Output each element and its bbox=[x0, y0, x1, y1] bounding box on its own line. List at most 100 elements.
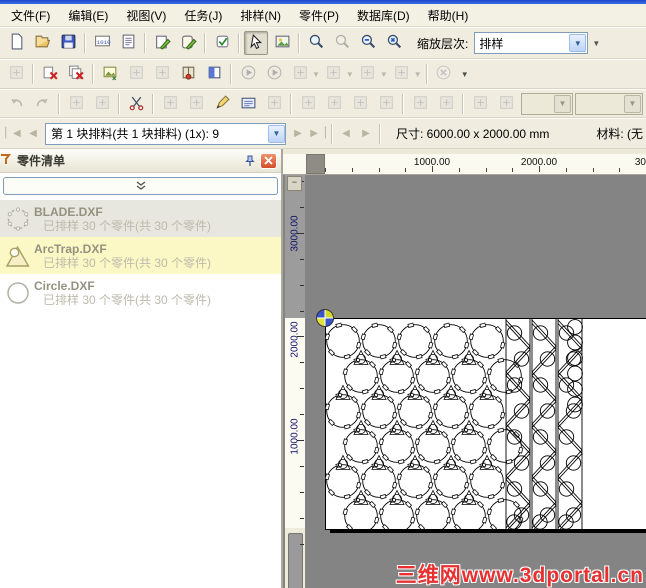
sheet-selector-value: 第 1 块排料(共 1 块排料) (1x): 9 bbox=[51, 127, 220, 141]
nest-pattern-chain-icon bbox=[359, 64, 376, 84]
v-ruler-label: 3000.00 bbox=[289, 214, 301, 252]
part-arctrap-icon bbox=[2, 243, 34, 269]
ruler-tick bbox=[300, 517, 304, 519]
new-file-button[interactable] bbox=[4, 31, 28, 55]
view-nest-image-button[interactable] bbox=[270, 31, 294, 55]
menu-item-view[interactable]: 视图(V) bbox=[117, 5, 175, 26]
stop-nesting-button bbox=[432, 62, 456, 86]
zoom-out-button[interactable] bbox=[356, 31, 380, 55]
last-sheet-button[interactable]: ▶▕ bbox=[308, 124, 328, 144]
mirror-vertical-icon bbox=[326, 94, 343, 114]
h-ruler-label: 1000.00 bbox=[413, 157, 451, 168]
menu-item-database[interactable]: 数据库(D) bbox=[348, 5, 419, 26]
edit-geometry-icon bbox=[214, 94, 231, 114]
next-sheet-button[interactable]: ▶ bbox=[288, 124, 308, 144]
remove-part-icon bbox=[42, 64, 59, 84]
verify-parts-icon bbox=[214, 33, 231, 53]
menu-item-file[interactable]: 文件(F) bbox=[2, 5, 59, 26]
ruler-tick bbox=[300, 258, 304, 260]
select-cursor-button[interactable] bbox=[244, 31, 268, 55]
nest-report-button[interactable] bbox=[116, 31, 140, 55]
horizontal-ruler: 1000.00 2000.00 3000 bbox=[283, 154, 646, 175]
toolbar-separator bbox=[32, 64, 34, 84]
edit-geometry-button[interactable] bbox=[210, 92, 234, 116]
watermark: 三维网www.3dportal.cn bbox=[395, 564, 644, 587]
remove-part-button[interactable] bbox=[38, 62, 62, 86]
export-nc-code-icon: 10101 bbox=[94, 33, 114, 53]
align-center-button bbox=[184, 92, 208, 116]
copy-nest-icon bbox=[128, 64, 145, 84]
previous-result-button[interactable]: ◀ bbox=[336, 124, 356, 144]
nest-pattern-a-button bbox=[288, 62, 312, 86]
zoom-window-icon bbox=[308, 33, 325, 53]
next-result-button[interactable]: ▶ bbox=[356, 124, 376, 144]
vertical-scroll-thumb[interactable] bbox=[288, 533, 303, 588]
expand-list-button[interactable] bbox=[3, 177, 278, 195]
toolbar-separator bbox=[462, 93, 464, 114]
part-nest-status: 已排样 30 个零件(共 30 个零件) bbox=[43, 292, 212, 307]
toolbar-edit: ▼ ▼ bbox=[0, 89, 646, 118]
part-properties-icon bbox=[240, 94, 257, 114]
edit-task-icon bbox=[154, 33, 171, 53]
mirror-vertical-button bbox=[322, 92, 346, 116]
export-image-button[interactable] bbox=[98, 62, 122, 86]
menu-item-part[interactable]: 零件(P) bbox=[290, 5, 348, 26]
remove-all-parts-button[interactable] bbox=[64, 62, 88, 86]
add-quantity-button bbox=[468, 92, 492, 116]
edit-nest-button[interactable] bbox=[176, 31, 200, 55]
rotate-right-icon bbox=[378, 94, 395, 114]
verify-parts-button[interactable] bbox=[210, 31, 234, 55]
toolbar-separator bbox=[425, 64, 428, 84]
edit-task-button[interactable] bbox=[150, 31, 174, 55]
part-item-circle-dxf[interactable]: Circle.DXF 已排样 30 个零件(共 30 个零件) bbox=[0, 274, 281, 311]
nesting-canvas[interactable]: 3000.002000.001000.00 1000.002000.003000… bbox=[283, 149, 646, 588]
sheet[interactable] bbox=[325, 318, 646, 530]
toolbar-overflow-button-2[interactable]: ▼ bbox=[461, 70, 469, 79]
toolbar-separator bbox=[204, 33, 206, 53]
pin-icon[interactable] bbox=[242, 154, 257, 168]
open-file-button[interactable] bbox=[30, 31, 54, 55]
part-item-arctrap-dxf[interactable]: ArcTrap.DXF 已排样 30 个零件(共 30 个零件) bbox=[0, 237, 281, 274]
array-copy-button bbox=[262, 92, 286, 116]
ruler-tick bbox=[300, 284, 304, 286]
split-part-button[interactable] bbox=[124, 92, 148, 116]
menu-item-job[interactable]: 任务(J) bbox=[175, 5, 231, 26]
close-icon[interactable] bbox=[260, 152, 277, 169]
ruler-collapse-button[interactable]: − bbox=[287, 176, 302, 191]
ruler-tick bbox=[300, 206, 304, 208]
export-nc-code-button[interactable]: 10101 bbox=[90, 31, 114, 55]
save-file-button[interactable] bbox=[56, 31, 80, 55]
previous-sheet-button[interactable]: ◀ bbox=[23, 124, 43, 144]
vertical-ruler: 3000.00 2000.00 1000.00 bbox=[285, 174, 305, 588]
select-parts-button bbox=[90, 92, 114, 116]
menu-item-nest[interactable]: 排样(N) bbox=[231, 5, 290, 26]
chevron-down-icon[interactable]: ▼ bbox=[268, 124, 285, 143]
menu-bar: 文件(F) 编辑(E) 视图(V) 任务(J) 排样(N) 零件(P) 数据库(D) 帮助(H… bbox=[0, 4, 646, 27]
toolbar-standard: 10101 缩放层次: 排样 ▼ ▼ bbox=[0, 27, 646, 59]
undo-button bbox=[4, 92, 28, 116]
align-down-icon bbox=[162, 94, 179, 114]
part-item-blade-dxf[interactable]: BLADE.DXF 已排样 30 个零件(共 30 个零件) bbox=[0, 200, 281, 237]
ruler-tick bbox=[325, 168, 326, 172]
menu-item-edit[interactable]: 编辑(E) bbox=[59, 5, 117, 26]
zoom-window-button[interactable] bbox=[304, 31, 328, 55]
toggle-fill-display-button[interactable] bbox=[202, 62, 226, 86]
priority-down-icon bbox=[438, 94, 455, 114]
chevron-down-icon[interactable]: ▼ bbox=[569, 34, 587, 52]
part-properties-button[interactable] bbox=[236, 92, 260, 116]
svg-text:10101: 10101 bbox=[96, 39, 110, 46]
zoom-level-combobox[interactable]: 排样 ▼ bbox=[474, 32, 589, 54]
part-library-icon bbox=[180, 64, 197, 84]
toolbar-separator bbox=[118, 93, 120, 114]
nest-pattern-chain-button bbox=[356, 62, 380, 86]
part-file-name: Circle.DXF bbox=[34, 278, 95, 293]
ruler-tick bbox=[405, 168, 407, 172]
sheet-selector-combobox[interactable]: 第 1 块排料(共 1 块排料) (1x): 9 ▼ bbox=[45, 122, 286, 145]
toolbar-overflow-button[interactable]: ▼ bbox=[592, 39, 600, 48]
menu-item-help[interactable]: 帮助(H) bbox=[419, 5, 478, 26]
part-library-button[interactable] bbox=[176, 62, 200, 86]
first-sheet-button[interactable]: ▏◀ bbox=[3, 124, 23, 144]
zoom-extents-button[interactable] bbox=[382, 31, 406, 55]
sheet-shadow bbox=[330, 529, 646, 533]
chevron-down-icon: ▼ bbox=[624, 94, 641, 113]
